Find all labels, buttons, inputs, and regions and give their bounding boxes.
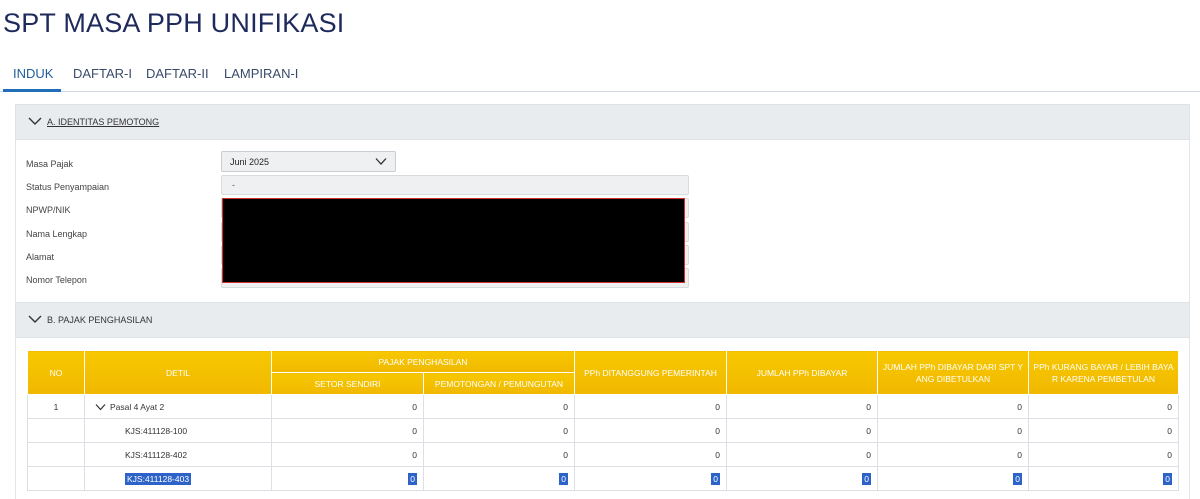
nama-lengkap-label: Nama Lengkap: [26, 229, 88, 239]
cell-pemotongan: 0: [423, 418, 575, 443]
row-no: [27, 418, 85, 443]
cell-ditanggung: 0: [574, 394, 727, 419]
cell-kurang-bayar: 0: [1028, 442, 1179, 467]
row-detil-label: Pasal 4 Ayat 2: [110, 401, 165, 412]
cell-jumlah-spt: 0: [877, 466, 1029, 491]
col-header-jumlah-spt: JUMLAH PPh DIBAYAR DARI SPT Y ANG DIBETU…: [877, 350, 1029, 395]
cell-jumlah-spt: 0: [877, 394, 1029, 419]
table-row[interactable]: KJS:411128-402 0 0 0 0 0 0: [27, 442, 1179, 467]
row-detil: KJS:411128-403: [84, 466, 272, 491]
cell-value: 0: [711, 472, 720, 485]
cell-jumlah: 0: [726, 418, 878, 443]
status-penyampaian-value: -: [232, 180, 235, 190]
col-header-jumlah: JUMLAH PPh DIBAYAR: [726, 350, 878, 395]
cell-ditanggung: 0: [574, 418, 727, 443]
cell-jumlah: 0: [726, 466, 878, 491]
cell-setor-sendiri: 0: [271, 466, 424, 491]
redaction-block: [222, 198, 685, 283]
tab-daftar-ii[interactable]: DAFTAR-II: [146, 66, 209, 81]
chevron-down-icon[interactable]: [95, 403, 106, 411]
row-no: 1: [27, 394, 85, 419]
tab-bar: INDUK DAFTAR-I DAFTAR-II LAMPIRAN-I: [0, 58, 1200, 92]
status-penyampaian-field: -: [221, 175, 689, 195]
npwp-label: NPWP/NIK: [26, 205, 71, 215]
row-detil-label: KJS:411128-403: [125, 472, 192, 485]
chevron-down-icon[interactable]: [28, 115, 42, 127]
cell-jumlah-spt: 0: [877, 418, 1029, 443]
cell-jumlah: 0: [726, 394, 878, 419]
col-header-pemotongan: PEMOTONGAN / PEMUNGUTAN: [423, 372, 575, 395]
col-header-detil: DETIL: [84, 350, 272, 395]
cell-kurang-bayar: 0: [1028, 466, 1179, 491]
cell-jumlah-spt: 0: [877, 442, 1029, 467]
cell-ditanggung: 0: [574, 466, 727, 491]
chevron-down-icon[interactable]: [28, 313, 42, 325]
col-header-kurang-bayar: PPh KURANG BAYAR / LEBIH BAYA R KARENA P…: [1028, 350, 1179, 395]
col-header-ditanggung: PPh DITANGGUNG PEMERINTAH: [574, 350, 727, 395]
cell-setor-sendiri: 0: [271, 394, 424, 419]
cell-jumlah: 0: [726, 442, 878, 467]
row-detil: KJS:411128-100: [84, 418, 272, 443]
row-no: [27, 466, 85, 491]
col-header-setor-sendiri: SETOR SENDIRI: [271, 372, 424, 395]
cell-value: 0: [862, 472, 871, 485]
col-header-no: NO: [27, 350, 85, 395]
alamat-label: Alamat: [26, 252, 55, 262]
cell-value: 0: [559, 472, 568, 485]
cell-setor-sendiri: 0: [271, 442, 424, 467]
row-detil[interactable]: Pasal 4 Ayat 2: [84, 394, 272, 419]
cell-value: 0: [408, 472, 417, 485]
cell-pemotongan: 0: [423, 442, 575, 467]
cell-ditanggung: 0: [574, 442, 727, 467]
tab-induk[interactable]: INDUK: [13, 66, 53, 81]
table-row[interactable]: KJS:411128-403 0 0 0 0 0 0: [27, 466, 1179, 491]
cell-value: 0: [1013, 472, 1022, 485]
pajak-penghasilan-table: NO DETIL PAJAK PENGHASILAN PPh DITANGGUN…: [27, 350, 1179, 491]
row-detil: KJS:411128-402: [84, 442, 272, 467]
col-header-pajak-penghasilan: PAJAK PENGHASILAN: [271, 350, 575, 373]
tab-lampiran-i[interactable]: LAMPIRAN-I: [224, 66, 298, 81]
masa-pajak-value: Juni 2025: [230, 157, 270, 167]
cell-kurang-bayar: 0: [1028, 418, 1179, 443]
nomor-telepon-label: Nomor Telepon: [26, 275, 87, 285]
status-penyampaian-label: Status Penyampaian: [26, 182, 110, 192]
page-title: SPT MASA PPH UNIFIKASI: [3, 8, 345, 38]
tab-daftar-i[interactable]: DAFTAR-I: [73, 66, 132, 81]
masa-pajak-select[interactable]: Juni 2025: [221, 151, 396, 172]
chevron-down-icon: [375, 158, 387, 165]
active-tab-indicator: [3, 89, 61, 92]
section-b-title[interactable]: B. PAJAK PENGHASILAN: [47, 315, 152, 325]
cell-setor-sendiri: 0: [271, 418, 424, 443]
cell-kurang-bayar: 0: [1028, 394, 1179, 419]
cell-value: 0: [1163, 472, 1172, 485]
masa-pajak-label: Masa Pajak: [26, 159, 74, 169]
table-row[interactable]: KJS:411128-100 0 0 0 0 0 0: [27, 418, 1179, 443]
cell-pemotongan: 0: [423, 466, 575, 491]
cell-pemotongan: 0: [423, 394, 575, 419]
section-b-header[interactable]: B. PAJAK PENGHASILAN: [15, 302, 1190, 338]
section-a-header[interactable]: A. IDENTITAS PEMOTONG: [15, 104, 1190, 140]
row-no: [27, 442, 85, 467]
section-a-title[interactable]: A. IDENTITAS PEMOTONG: [47, 117, 159, 127]
table-row[interactable]: 1 Pasal 4 Ayat 2 0 0 0 0 0 0: [27, 394, 1179, 419]
